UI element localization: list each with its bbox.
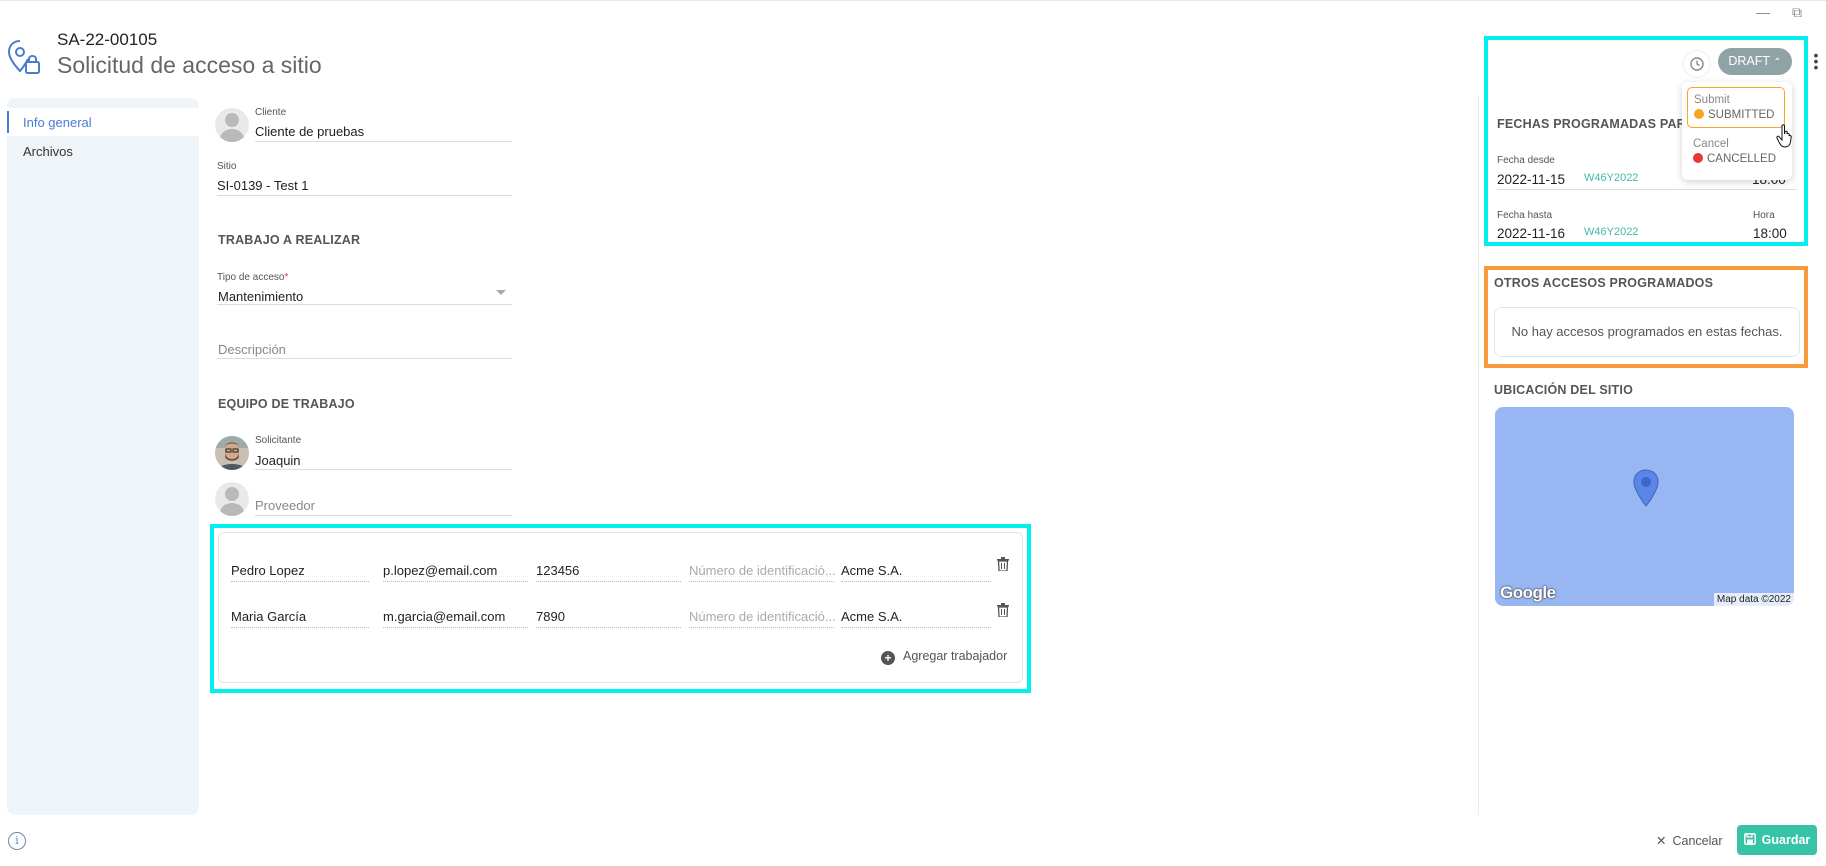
map-credit: Map data ©2022 bbox=[1713, 593, 1794, 606]
fecha-desde-underline bbox=[1497, 189, 1797, 190]
status-dot-icon bbox=[1694, 109, 1704, 119]
row-divider bbox=[841, 581, 991, 582]
document-code: SA-22-00105 bbox=[57, 30, 158, 49]
status-option-cancel[interactable]: Cancel CANCELLED bbox=[1687, 134, 1785, 174]
map-brand-logo: Google bbox=[1500, 583, 1556, 602]
equipo-section-title: EQUIPO DE TRABAJO bbox=[218, 397, 355, 411]
descripcion-input[interactable]: Descripción bbox=[218, 342, 286, 357]
sitio-field[interactable]: SI-0139 - Test 1 bbox=[217, 178, 309, 193]
chevron-up-icon: ⌃ bbox=[1773, 57, 1782, 68]
tipo-acceso-underline bbox=[217, 304, 512, 305]
tipo-acceso-select[interactable]: Mantenimiento bbox=[218, 289, 303, 304]
fecha-desde-label: Fecha desde bbox=[1497, 155, 1555, 166]
proveedor-input[interactable]: Proveedor bbox=[255, 498, 315, 513]
trabajo-section-title: TRABAJO A REALIZAR bbox=[218, 233, 361, 247]
fechas-section-title: FECHAS PROGRAMADAS PARA bbox=[1497, 117, 1696, 131]
ubicacion-section-title: UBICACIÓN DEL SITIO bbox=[1494, 383, 1633, 397]
solicitante-field[interactable]: Joaquin bbox=[255, 453, 301, 468]
worker-id-input[interactable]: Número de identificació... bbox=[689, 609, 836, 624]
otros-empty-state: No hay accesos programados en estas fech… bbox=[1494, 307, 1800, 357]
location-lock-icon bbox=[7, 40, 40, 74]
status-dot-icon bbox=[1693, 153, 1703, 163]
fecha-hasta-label: Fecha hasta bbox=[1497, 210, 1553, 221]
close-icon: ✕ bbox=[1656, 834, 1667, 848]
top-border bbox=[0, 0, 1826, 1]
trash-icon[interactable] bbox=[997, 557, 1009, 571]
solicitante-avatar bbox=[215, 436, 249, 470]
add-worker-label: Agregar trabajador bbox=[903, 649, 1008, 663]
row-divider bbox=[383, 627, 528, 628]
sitio-underline bbox=[217, 195, 512, 196]
row-divider bbox=[536, 627, 681, 628]
otros-section-title: OTROS ACCESOS PROGRAMADOS bbox=[1494, 276, 1714, 290]
trash-icon[interactable] bbox=[997, 603, 1009, 617]
worker-phone-input[interactable]: 7890 bbox=[536, 609, 565, 624]
plus-icon: + bbox=[881, 651, 895, 665]
hand-cursor-icon bbox=[1776, 124, 1792, 148]
solicitante-label: Solicitante bbox=[255, 435, 302, 446]
proveedor-avatar bbox=[215, 482, 249, 516]
cliente-field[interactable]: Cliente de pruebas bbox=[255, 124, 364, 139]
fecha-desde-week: W46Y2022 bbox=[1584, 172, 1639, 184]
descripcion-underline bbox=[217, 358, 512, 359]
history-clock-icon[interactable] bbox=[1683, 50, 1711, 78]
map-pin-icon[interactable] bbox=[1633, 469, 1659, 507]
solicitante-underline bbox=[255, 469, 512, 470]
row-divider bbox=[689, 627, 834, 628]
option-state-label: CANCELLED bbox=[1693, 153, 1776, 165]
worker-name-input[interactable]: Pedro Lopez bbox=[231, 563, 305, 578]
sidebar-item-archivos[interactable]: Archivos bbox=[23, 144, 73, 159]
kebab-menu-icon[interactable]: • • • bbox=[1813, 48, 1819, 74]
site-map[interactable]: Google Map data ©2022 bbox=[1495, 407, 1794, 606]
sidebar-item-info-general[interactable]: Info general bbox=[7, 111, 92, 133]
save-button[interactable]: Guardar bbox=[1737, 825, 1817, 855]
sidebar: Info general Archivos bbox=[7, 98, 199, 815]
status-current: DRAFT bbox=[1728, 54, 1770, 68]
info-icon[interactable]: i bbox=[8, 832, 26, 850]
status-option-submit[interactable]: Submit SUBMITTED bbox=[1687, 87, 1785, 128]
hora-hasta-input[interactable]: 18:00 bbox=[1753, 226, 1787, 241]
proveedor-underline bbox=[255, 515, 512, 516]
row-divider bbox=[231, 581, 369, 582]
cancel-button[interactable]: ✕ Cancelar bbox=[1656, 833, 1723, 848]
worker-company-input[interactable]: Acme S.A. bbox=[841, 563, 902, 578]
option-state-label: SUBMITTED bbox=[1694, 109, 1774, 121]
worker-phone-input[interactable]: 123456 bbox=[536, 563, 579, 578]
tipo-acceso-label: Tipo de acceso* bbox=[217, 272, 289, 283]
chevron-down-icon[interactable] bbox=[496, 290, 506, 295]
status-draft-button[interactable]: DRAFT ⌃ bbox=[1718, 48, 1792, 75]
worker-email-input[interactable]: p.lopez@email.com bbox=[383, 563, 497, 578]
worker-id-input[interactable]: Número de identificació... bbox=[689, 563, 836, 578]
cliente-label: Cliente bbox=[255, 107, 287, 118]
fecha-hasta-input[interactable]: 2022-11-16 bbox=[1497, 226, 1565, 241]
cliente-underline bbox=[255, 141, 512, 142]
fecha-desde-input[interactable]: 2022-11-15 bbox=[1497, 172, 1565, 187]
minimize-icon[interactable]: — bbox=[1756, 4, 1770, 20]
client-avatar bbox=[215, 108, 249, 142]
sitio-label: Sitio bbox=[217, 161, 237, 172]
row-divider bbox=[536, 581, 681, 582]
workers-highlight: Pedro Lopez p.lopez@email.com 123456 Núm… bbox=[210, 524, 1031, 693]
option-action-label: Cancel bbox=[1693, 138, 1729, 150]
row-divider bbox=[231, 627, 369, 628]
row-divider bbox=[841, 627, 991, 628]
workers-table: Pedro Lopez p.lopez@email.com 123456 Núm… bbox=[218, 532, 1023, 683]
save-icon bbox=[1743, 833, 1756, 845]
add-worker-button[interactable]: + Agregar trabajador bbox=[881, 649, 1007, 665]
worker-name-input[interactable]: Maria García bbox=[231, 609, 306, 624]
fecha-hasta-week: W46Y2022 bbox=[1584, 226, 1639, 238]
worker-email-input[interactable]: m.garcia@email.com bbox=[383, 609, 505, 624]
page-title: Solicitud de acceso a sitio bbox=[57, 52, 322, 78]
row-divider bbox=[383, 581, 528, 582]
hora-hasta-label: Hora bbox=[1753, 210, 1775, 221]
panel-divider bbox=[1478, 95, 1479, 815]
row-divider bbox=[689, 581, 834, 582]
worker-company-input[interactable]: Acme S.A. bbox=[841, 609, 902, 624]
option-action-label: Submit bbox=[1694, 94, 1730, 106]
restore-window-icon[interactable]: ⧉ bbox=[1792, 4, 1802, 21]
